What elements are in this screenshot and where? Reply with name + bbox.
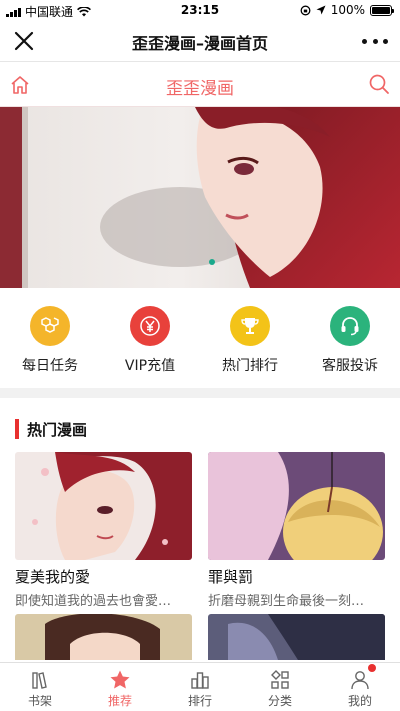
section-title: 热门漫画	[27, 420, 88, 439]
comic-card[interactable]: 罪與罰 折磨母親到生命最後一刻…	[208, 452, 385, 609]
notification-badge	[368, 664, 376, 672]
banner-carousel[interactable]	[0, 107, 400, 288]
trophy-icon	[230, 306, 270, 346]
section-divider	[0, 388, 400, 398]
quick-menu-ranking[interactable]: 热门排行	[200, 306, 300, 375]
battery-icon	[370, 4, 394, 16]
more-icon[interactable]	[362, 30, 388, 52]
yen-icon	[130, 306, 170, 346]
tab-label: 推荐	[107, 694, 132, 708]
banner-image	[0, 107, 400, 288]
orientation-lock-icon	[300, 5, 311, 15]
ranking-icon	[189, 669, 211, 691]
comic-desc: 即使知道我的過去也會愛…	[15, 594, 172, 609]
category-icon	[269, 669, 291, 691]
tab-category[interactable]: 分类	[240, 663, 320, 711]
tab-label: 排行	[187, 694, 212, 708]
quick-menu-label: VIP充值	[124, 358, 176, 374]
location-icon	[316, 5, 326, 15]
task-icon	[30, 306, 70, 346]
comic-cover	[208, 452, 385, 560]
tab-recommend[interactable]: 推荐	[80, 663, 160, 711]
profile-icon	[349, 664, 376, 691]
tab-profile[interactable]: 我的	[320, 663, 400, 711]
carousel-indicator[interactable]	[209, 259, 215, 265]
tab-label: 书架	[27, 694, 52, 708]
close-icon[interactable]	[12, 29, 36, 53]
tab-label: 分类	[267, 694, 292, 708]
tab-ranking[interactable]: 排行	[160, 663, 240, 711]
battery-percent: 100%	[330, 3, 365, 17]
comic-cover[interactable]	[208, 614, 385, 660]
section-header-hot: 热门漫画	[15, 418, 87, 440]
search-icon[interactable]	[368, 73, 390, 95]
headset-icon	[330, 306, 370, 346]
status-bar-right: 100%	[300, 3, 394, 17]
app-header: 歪歪漫画	[0, 62, 400, 107]
quick-menu-vip[interactable]: VIP充值	[100, 306, 200, 375]
tab-label: 我的	[347, 694, 372, 708]
comic-cover[interactable]	[15, 614, 192, 660]
tab-bar: 书架 推荐 排行 分类 我的	[0, 662, 400, 711]
section-accent-bar	[15, 419, 19, 439]
comic-card[interactable]: 夏美我的愛 即使知道我的過去也會愛…	[15, 452, 192, 609]
quick-menu: 每日任务 VIP充值 热门排行 客服投诉	[0, 288, 400, 388]
battery-level	[372, 6, 390, 14]
quick-menu-label: 每日任务	[22, 358, 78, 374]
comic-cover	[15, 452, 192, 560]
quick-menu-label: 热门排行	[222, 358, 278, 374]
quick-menu-daily-task[interactable]: 每日任务	[0, 306, 100, 375]
nav-title: 歪歪漫画–漫画首页	[131, 34, 268, 53]
app-title: 歪歪漫画	[166, 79, 234, 99]
comic-desc: 折磨母親到生命最後一刻…	[208, 594, 365, 609]
star-icon	[109, 669, 131, 691]
home-icon[interactable]	[9, 74, 31, 96]
tab-bookshelf[interactable]: 书架	[0, 663, 80, 711]
quick-menu-label: 客服投诉	[322, 358, 378, 374]
bookshelf-icon	[29, 669, 51, 691]
status-bar: 中国联通 23:15 100%	[0, 0, 400, 20]
nav-bar: 歪歪漫画–漫画首页	[0, 20, 400, 62]
comic-title: 夏美我的愛	[15, 568, 91, 586]
comic-title: 罪與罰	[208, 568, 254, 586]
quick-menu-service[interactable]: 客服投诉	[300, 306, 400, 375]
